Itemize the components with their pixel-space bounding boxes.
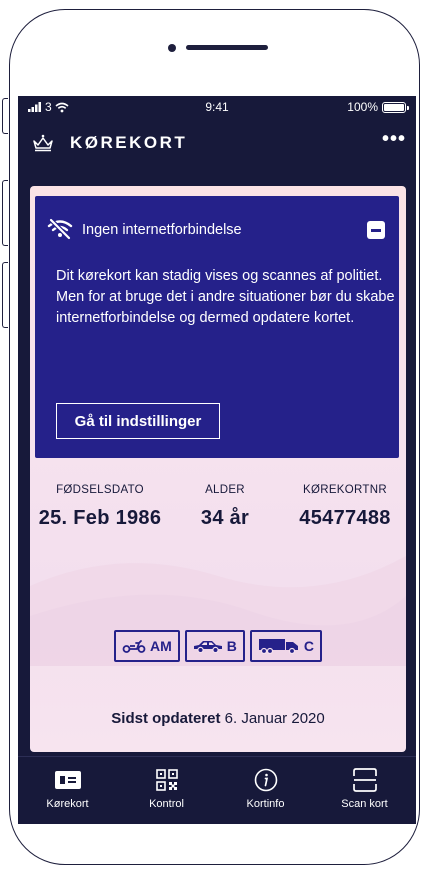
tab-label-scan-kort: Scan kort <box>341 798 388 810</box>
category-label-am: AM <box>149 638 172 654</box>
age-value: 34 år <box>200 507 250 529</box>
go-to-settings-button[interactable]: Gå til indstillinger <box>56 403 220 439</box>
age-label: ALDER <box>205 484 245 496</box>
side-button-volume-down <box>2 262 8 328</box>
page-title: KØREKORT <box>70 133 188 152</box>
offline-notice: Ingen internetforbindelse Dit kørekort k… <box>35 196 399 458</box>
category-badge-am: AM <box>113 630 180 662</box>
tab-scan-kort[interactable]: Scan kort <box>315 757 414 824</box>
license-number-value: 45477488 <box>299 507 391 529</box>
last-updated: Sidst opdateret 6. Januar 2020 <box>30 710 406 727</box>
birth-date-label: FØDSELSDATO <box>56 484 144 496</box>
tab-label-kortinfo: Kortinfo <box>246 798 285 810</box>
truck-icon <box>258 639 298 654</box>
battery-percent: 100% <box>347 100 378 114</box>
license-card: Ingen internetforbindelse Dit kørekort k… <box>30 186 406 752</box>
birth-date-field: FØDSELSDATO 25. Feb 1986 <box>30 484 170 530</box>
category-badge-b: B <box>184 630 245 662</box>
category-label-b: B <box>226 638 237 654</box>
tab-bar: Kørekort Kontrol Kortinfo Scan kort <box>18 756 416 824</box>
front-camera <box>168 44 176 52</box>
license-icon <box>54 771 81 789</box>
app-screen: 3 9:41 100% KØREKORT ••• Ingen internetf… <box>18 96 416 824</box>
collapse-notice-button[interactable] <box>367 221 385 239</box>
battery-icon <box>382 101 409 113</box>
status-bar: 3 9:41 100% <box>18 96 416 118</box>
tab-label-kontrol: Kontrol <box>149 798 184 810</box>
license-number-label: KØREKORTNR <box>303 484 387 496</box>
notice-body: Dit kørekort kan stadig vises og scannes… <box>56 268 395 326</box>
info-icon <box>254 768 277 792</box>
category-label-c: C <box>303 638 315 654</box>
license-categories: AM B C <box>30 630 406 662</box>
tab-label-korekort: Kørekort <box>46 798 89 810</box>
speaker-grille <box>186 45 268 50</box>
tab-kontrol[interactable]: Kontrol <box>117 757 216 824</box>
wifi-off-icon <box>47 218 73 240</box>
notice-heading: Ingen internetforbindelse <box>82 222 242 238</box>
qr-code-icon <box>155 769 178 791</box>
scan-icon <box>352 768 377 792</box>
car-icon <box>193 641 222 653</box>
app-header: KØREKORT ••• <box>18 120 416 168</box>
last-updated-label: Sidst opdateret <box>111 710 221 727</box>
side-button-mute <box>2 98 8 134</box>
license-number-field: KØREKORTNR 45477488 <box>285 484 405 530</box>
crown-icon <box>33 134 53 152</box>
side-button-volume-up <box>2 180 8 246</box>
age-field: ALDER 34 år <box>170 484 280 530</box>
moped-icon <box>122 640 146 653</box>
tab-kortinfo[interactable]: Kortinfo <box>216 757 315 824</box>
category-badge-c: C <box>249 630 323 662</box>
last-updated-date: 6. Januar 2020 <box>224 710 325 727</box>
birth-date-value: 25. Feb 1986 <box>38 507 162 529</box>
tab-korekort[interactable]: Kørekort <box>18 757 117 824</box>
more-options-button[interactable]: ••• <box>382 128 406 151</box>
